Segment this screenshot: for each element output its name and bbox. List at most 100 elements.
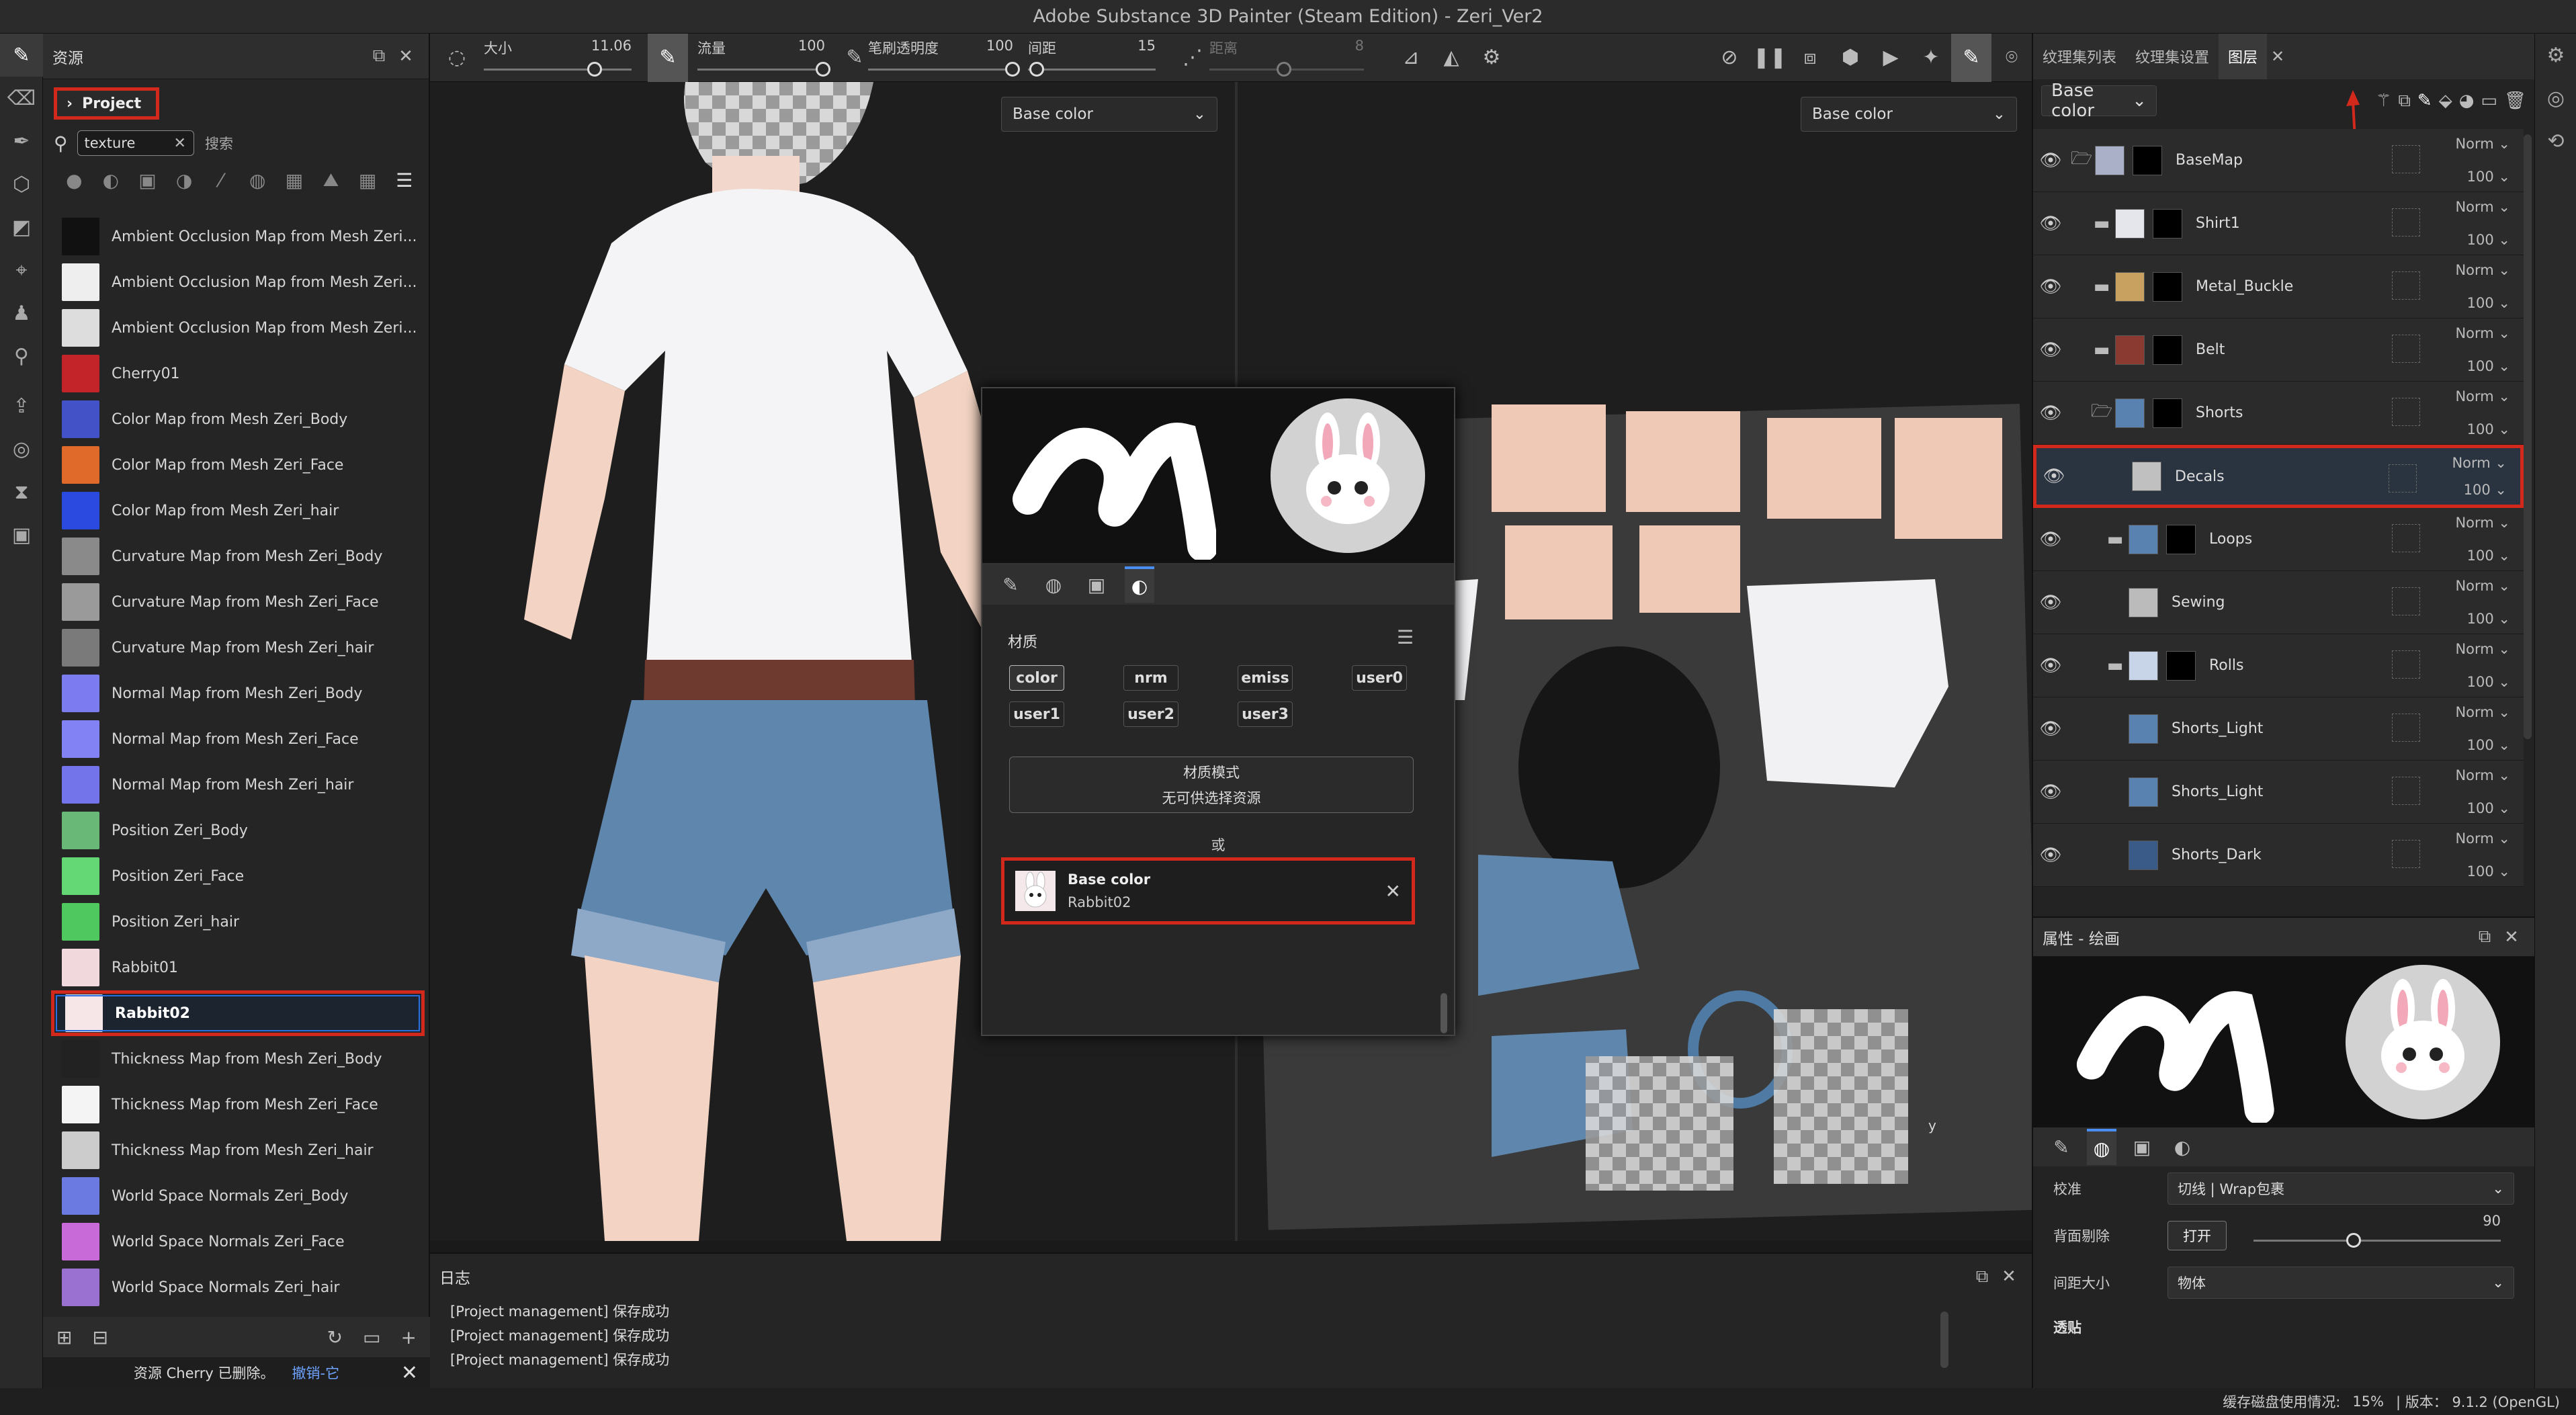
visibility-eye-icon[interactable]: 👁 <box>2033 782 2068 802</box>
material-options-icon[interactable]: ☰ <box>1397 626 1414 648</box>
asset-item[interactable]: Normal Map from Mesh Zeri_hair <box>51 762 425 808</box>
history-icon[interactable]: ⟲ <box>2535 120 2576 163</box>
layer-row[interactable]: 👁 ▬ Belt Norm ⌄ 100 ⌄ <box>2033 318 2524 382</box>
asset-item[interactable]: Thickness Map from Mesh Zeri_Face <box>51 1082 425 1127</box>
size-slider[interactable]: 大小 11.06 <box>484 34 632 82</box>
distance-slider[interactable]: 距离 8 <box>1209 34 1364 82</box>
list-view-icon[interactable]: ☰ <box>392 167 417 194</box>
tab-stencil-icon[interactable]: ▣ <box>1082 566 1111 603</box>
blend-mode-select[interactable]: Norm ⌄ <box>2430 136 2510 152</box>
blend-mode-select[interactable]: Norm ⌄ <box>2430 767 2510 783</box>
opacity-select[interactable]: 100 ⌄ <box>2430 863 2510 880</box>
tab-alpha-icon[interactable]: ◍ <box>2087 1129 2116 1165</box>
close-icon[interactable]: ✕ <box>2498 927 2525 947</box>
tab-stencil-icon[interactable]: ▣ <box>2127 1129 2157 1165</box>
layers-scrollbar[interactable] <box>2524 134 2532 739</box>
channel-color-button[interactable]: color <box>1009 665 1064 691</box>
visibility-eye-icon[interactable]: 👁 <box>2033 656 2068 676</box>
tab-texture-set-settings[interactable]: 纹理集设置 <box>2126 34 2219 79</box>
toast-undo-link[interactable]: 撤销-它 <box>292 1363 340 1383</box>
layer-row[interactable]: 👁 Sewing Norm ⌄ 100 ⌄ <box>2033 571 2524 634</box>
asset-item[interactable]: Ambient Occlusion Map from Mesh Zeri... <box>51 305 425 351</box>
blend-mode-select[interactable]: Norm ⌄ <box>2430 262 2510 278</box>
folder-icon[interactable]: ▬ <box>2088 214 2115 234</box>
folder-icon[interactable]: ▬ <box>2088 277 2115 297</box>
asset-item[interactable]: Position Zeri_Face <box>51 853 425 899</box>
layer-mask-slot[interactable] <box>2392 840 2420 868</box>
import-icon[interactable]: ⊞ <box>56 1326 72 1348</box>
bake-icon[interactable]: ◎ <box>0 427 43 470</box>
layer-mask-slot[interactable] <box>2392 398 2420 426</box>
blend-mode-select[interactable]: Norm ⌄ <box>2430 578 2510 594</box>
opacity-select[interactable]: 100 ⌄ <box>2430 611 2510 627</box>
asset-item[interactable]: Position Zeri_Body <box>51 808 425 853</box>
spacing-slider[interactable]: 间距 15 <box>1028 34 1156 82</box>
layer-mask-slot[interactable] <box>2392 650 2420 679</box>
refresh-icon[interactable]: ↻ <box>327 1326 343 1348</box>
smudge-icon[interactable]: ✒ <box>0 120 43 163</box>
filter-mask-icon[interactable]: ▣ <box>135 167 160 194</box>
backface-slider[interactable]: 90 <box>2240 1213 2514 1249</box>
add-mask-color-icon[interactable]: ◕ <box>2459 91 2475 111</box>
opacity-select[interactable]: 100 ⌄ <box>2426 482 2507 498</box>
paint-brush-icon[interactable]: ✎ <box>0 34 43 77</box>
asset-item[interactable]: Cherry01 <box>51 351 425 396</box>
blend-mode-select[interactable]: Norm ⌄ <box>2430 325 2510 341</box>
blend-mode-select[interactable]: Norm ⌄ <box>2430 388 2510 404</box>
folder-icon[interactable]: ▭ <box>363 1326 380 1348</box>
layer-mask-slot[interactable] <box>2392 587 2420 615</box>
add-folder-icon[interactable]: ▭ <box>2481 91 2497 111</box>
visibility-eye-icon[interactable]: 👁 <box>2033 719 2068 739</box>
filter-smart-mask-icon[interactable]: ◑ <box>172 167 197 194</box>
tab-brush-icon[interactable]: ✎ <box>2047 1129 2076 1165</box>
projection-icon[interactable]: ⬡ <box>0 163 43 206</box>
flow-slider[interactable]: 流量 100 <box>697 34 830 82</box>
asset-item[interactable]: World Space Normals Zeri_Face <box>51 1219 425 1264</box>
log-scrollbar[interactable] <box>1940 1312 1948 1368</box>
folder-icon[interactable]: ▬ <box>2088 340 2115 360</box>
channel-user1-button[interactable]: user1 <box>1009 701 1064 727</box>
layer-row[interactable]: 👁 Shorts_Light Norm ⌄ 100 ⌄ <box>2033 761 2524 824</box>
filter-brush-icon[interactable]: ⁄ <box>208 167 233 194</box>
symmetry-icon[interactable]: ◭ <box>1431 34 1471 82</box>
filter-texture-icon[interactable]: ▦ <box>282 167 307 194</box>
asset-item[interactable]: Rabbit01 <box>51 945 425 990</box>
folder-icon[interactable]: ▬ <box>2102 656 2129 676</box>
base-color-resource-card[interactable]: Base color Rabbit02 ✕ <box>1001 857 1415 925</box>
lighting-icon[interactable]: ✦ <box>1911 34 1951 82</box>
filter-material-icon[interactable]: ● <box>62 167 87 194</box>
opacity-select[interactable]: 100 ⌄ <box>2430 737 2510 753</box>
channel-emiss-button[interactable]: emiss <box>1238 665 1293 691</box>
opacity-select[interactable]: 100 ⌄ <box>2430 800 2510 816</box>
folder-icon[interactable]: ▬ <box>2102 529 2129 550</box>
camera-icon[interactable]: ▶ <box>1871 34 1911 82</box>
asset-item[interactable]: Normal Map from Mesh Zeri_Body <box>51 671 425 716</box>
polyfill-icon[interactable]: ◩ <box>0 206 43 249</box>
blend-mode-select[interactable]: Norm ⌄ <box>2430 704 2510 720</box>
channel-user2-button[interactable]: user2 <box>1123 701 1178 727</box>
undock-icon[interactable]: ⧉ <box>366 46 392 67</box>
tab-material-icon[interactable]: ◐ <box>1125 566 1154 603</box>
layer-row[interactable]: 👁 ▬ Loops Norm ⌄ 100 ⌄ <box>2033 508 2524 571</box>
layer-mask-slot[interactable] <box>2392 524 2420 552</box>
close-icon[interactable]: ✕ <box>392 46 419 67</box>
hourglass-icon[interactable]: ⧗ <box>0 470 43 513</box>
opacity-select[interactable]: 100 ⌄ <box>2430 295 2510 311</box>
asset-item[interactable]: Color Map from Mesh Zeri_Body <box>51 396 425 442</box>
layer-mask-slot[interactable] <box>2392 271 2420 300</box>
layer-row[interactable]: 👁 Shorts_Dark Norm ⌄ 100 ⌄ <box>2033 824 2524 887</box>
layer-channel-select[interactable]: Base color ⌄ <box>2041 81 2157 121</box>
layer-mask-slot[interactable] <box>2392 208 2420 237</box>
layer-mask-slot[interactable] <box>2392 145 2420 173</box>
viewport-right-channel-select[interactable]: Base color ⌄ <box>1801 97 2017 132</box>
folder-icon[interactable]: 🗁 <box>2068 146 2095 175</box>
wrap-select[interactable]: 切线 | Wrap包裹 ⌄ <box>2167 1172 2514 1205</box>
close-icon[interactable]: ✕ <box>1995 1267 2022 1287</box>
asset-item[interactable]: World Space Normals Zeri_hair <box>51 1264 425 1310</box>
layer-row[interactable]: 👁 Decals Norm ⌄ 100 ⌄ <box>2033 445 2524 508</box>
pen-pressure-icon[interactable]: ✎ <box>648 33 688 82</box>
3d-view-icon[interactable]: ⬢ <box>1830 34 1871 82</box>
pause-icon[interactable]: ❚❚ <box>1750 34 1790 82</box>
screenshot-camera-icon[interactable]: ⌾ <box>1991 34 2032 82</box>
visibility-eye-icon[interactable]: 👁 <box>2033 403 2068 423</box>
